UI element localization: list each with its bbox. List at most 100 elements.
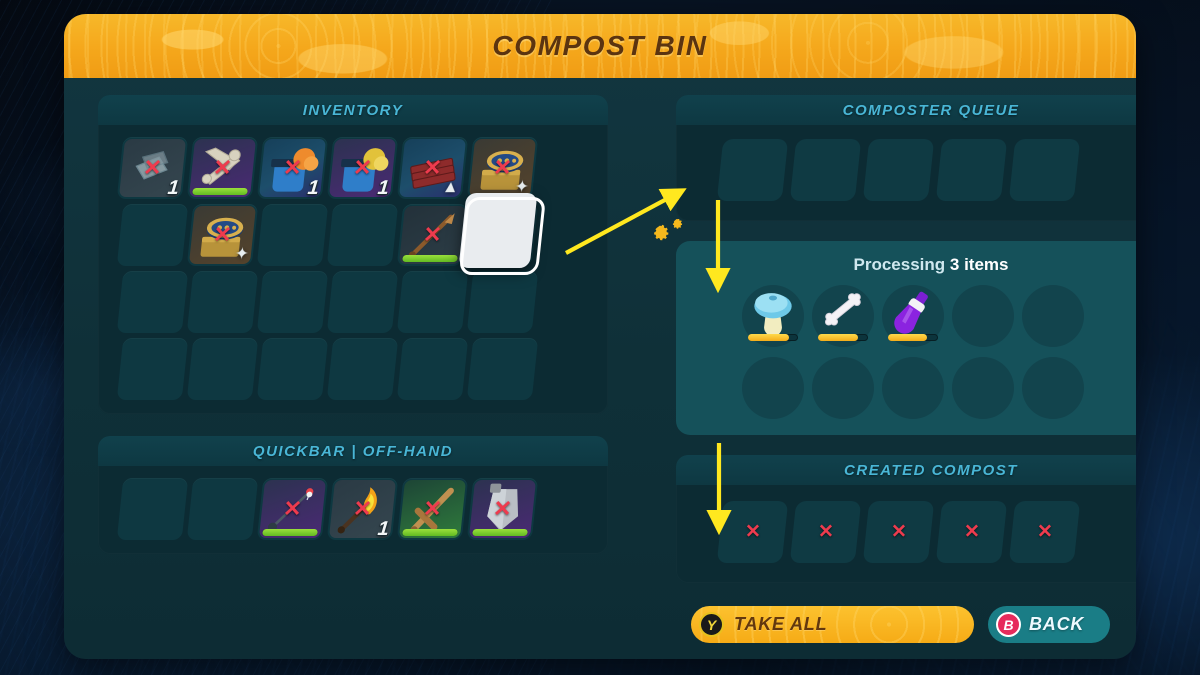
composter-queue-slot[interactable] [1008, 139, 1081, 201]
selection-ring [458, 197, 546, 275]
composter-queue-slot[interactable] [716, 139, 789, 201]
inventory-slot-empty[interactable] [116, 478, 189, 540]
created-compost-slot[interactable]: ✕ [862, 501, 935, 563]
inventory-slot-filled[interactable]: ✕ [396, 478, 469, 540]
item-rarity-badge: ✦ [233, 244, 251, 263]
inventory-slot-filled[interactable]: ✕ ✦ [186, 204, 259, 266]
blocked-x-icon: ✕ [1036, 521, 1053, 543]
blocked-x-icon: ✕ [282, 496, 304, 521]
created-compost-slot[interactable]: ✕ [716, 501, 789, 563]
durability-bar [192, 188, 248, 195]
blue-mushroom-icon [746, 285, 800, 337]
inventory-slot-filled[interactable]: ✕ [186, 137, 259, 199]
durability-bar [402, 255, 458, 262]
blocked-x-icon: ✕ [352, 155, 374, 180]
quickbar-grid: ✕ ✕ 1 ✕ ✕ [98, 466, 608, 554]
inventory-slot-empty[interactable] [256, 204, 329, 266]
inventory-slot-filled[interactable]: ✕ [256, 478, 329, 540]
compost-bin-window: COMPOST BIN INVENTORY ✕1 ✕ ✕1 ✕1 ✕▲ [64, 14, 1136, 659]
composter-queue-slot[interactable] [935, 139, 1008, 201]
processing-cell-empty[interactable] [742, 357, 804, 419]
inventory-slot-filled[interactable]: ✕ 1 [256, 137, 329, 199]
item-quantity: 1 [166, 177, 181, 199]
processing-cell-empty[interactable] [812, 357, 874, 419]
item-quantity: 1 [376, 518, 391, 540]
take-all-button[interactable]: Y TAKE ALL [691, 606, 974, 643]
blocked-x-icon: ✕ [744, 521, 761, 543]
inventory-slot-empty[interactable] [116, 271, 189, 333]
blocked-x-icon: ✕ [282, 155, 304, 180]
inventory-slot-filled[interactable]: ✕ [396, 204, 469, 266]
slot-row [116, 338, 594, 400]
created-compost-title: CREATED COMPOST [844, 461, 1018, 479]
composter-queue-slot[interactable] [862, 139, 935, 201]
inventory-slot-filled[interactable]: ✕ [466, 478, 539, 540]
blocked-x-icon: ✕ [422, 496, 444, 521]
inventory-slot-empty[interactable] [396, 271, 469, 333]
inventory-slot-empty[interactable] [186, 271, 259, 333]
processing-row-1 [694, 285, 1136, 347]
blocked-x-icon: ✕ [422, 155, 444, 180]
created-compost-slot[interactable]: ✕ [789, 501, 862, 563]
processing-progress-bar [888, 334, 938, 341]
blocked-x-icon: ✕ [212, 222, 234, 247]
processing-cell-empty[interactable] [1022, 285, 1084, 347]
inventory-header: INVENTORY [98, 95, 608, 125]
quickbar-header: QUICKBAR | OFF-HAND [98, 436, 608, 466]
inventory-slot-empty[interactable] [186, 478, 259, 540]
slot-row [116, 271, 594, 333]
purple-potion-icon [886, 285, 940, 337]
inventory-slot-empty[interactable] [256, 338, 329, 400]
quickbar-panel: QUICKBAR | OFF-HAND ✕ ✕ 1 ✕ ✕ [98, 436, 608, 554]
created-compost-panel: CREATED COMPOST ✕ ✕ ✕ ✕ ✕ [676, 455, 1136, 583]
item-quantity: 1 [376, 177, 391, 199]
page-title: COMPOST BIN [492, 30, 708, 61]
inventory-panel: INVENTORY ✕ 1 ✕ ✕ 1 ✕ 1 ✕ ▲ ✕ ✦ ✕ ✦ ✕ [98, 95, 608, 414]
inventory-slot-empty[interactable] [116, 204, 189, 266]
item-quantity: 1 [306, 177, 321, 199]
processing-cell-empty[interactable] [1022, 357, 1084, 419]
inventory-slot-filled[interactable]: ✕ ▲ [396, 137, 469, 199]
gears-icon [652, 218, 686, 249]
created-compost-slots: ✕ ✕ ✕ ✕ ✕ [676, 495, 1136, 569]
inventory-grid: ✕ 1 ✕ ✕ 1 ✕ 1 ✕ ▲ ✕ ✦ ✕ ✦ ✕ [98, 125, 608, 414]
inventory-slot-filled[interactable]: ✕ 1 [326, 137, 399, 199]
back-button[interactable]: B BACK [988, 606, 1110, 643]
processing-cell-filled[interactable] [882, 285, 944, 347]
inventory-slot-empty[interactable] [326, 204, 399, 266]
processing-progress-bar [748, 334, 798, 341]
inventory-slot-empty[interactable] [466, 338, 539, 400]
inventory-slot-filled[interactable]: ✕ 1 [326, 478, 399, 540]
inventory-slot-filled[interactable]: ✕ 1 [116, 137, 189, 199]
processing-cell-empty[interactable] [952, 357, 1014, 419]
durability-bar [262, 529, 318, 536]
window-content: INVENTORY ✕ 1 ✕ ✕ 1 ✕ 1 ✕ ▲ ✕ ✦ ✕ ✦ ✕ QU… [64, 78, 1136, 659]
gamepad-b-icon: B [996, 612, 1021, 637]
inventory-slot-empty[interactable] [186, 338, 259, 400]
processing-cell-empty[interactable] [882, 357, 944, 419]
inventory-slot-empty[interactable] [116, 338, 189, 400]
processing-progress-bar [818, 334, 868, 341]
processing-cell-filled[interactable] [742, 285, 804, 347]
inventory-slot-filled[interactable]: 1 [458, 193, 546, 275]
durability-bar [472, 529, 528, 536]
processing-cell-filled[interactable] [812, 285, 874, 347]
inventory-slot-empty[interactable] [466, 271, 539, 333]
inventory-slot-filled[interactable]: ✕ ✦ [466, 137, 539, 199]
inventory-slot-empty[interactable] [396, 338, 469, 400]
processing-label-text: Processing [853, 255, 946, 274]
inventory-slot-empty[interactable] [326, 271, 399, 333]
blocked-x-icon: ✕ [890, 521, 907, 543]
inventory-slot-empty[interactable] [256, 271, 329, 333]
composter-queue-title: COMPOSTER QUEUE [842, 101, 1020, 119]
inventory-slot-empty[interactable] [326, 338, 399, 400]
blocked-x-icon: ✕ [352, 496, 374, 521]
created-compost-header: CREATED COMPOST [676, 455, 1136, 485]
created-compost-slot[interactable]: ✕ [1008, 501, 1081, 563]
item-rarity-badge: ▲ [441, 177, 461, 196]
composter-queue-slot[interactable] [789, 139, 862, 201]
blocked-x-icon: ✕ [212, 155, 234, 180]
created-compost-slot[interactable]: ✕ [935, 501, 1008, 563]
processing-cell-empty[interactable] [952, 285, 1014, 347]
processing-row-2 [694, 357, 1136, 419]
